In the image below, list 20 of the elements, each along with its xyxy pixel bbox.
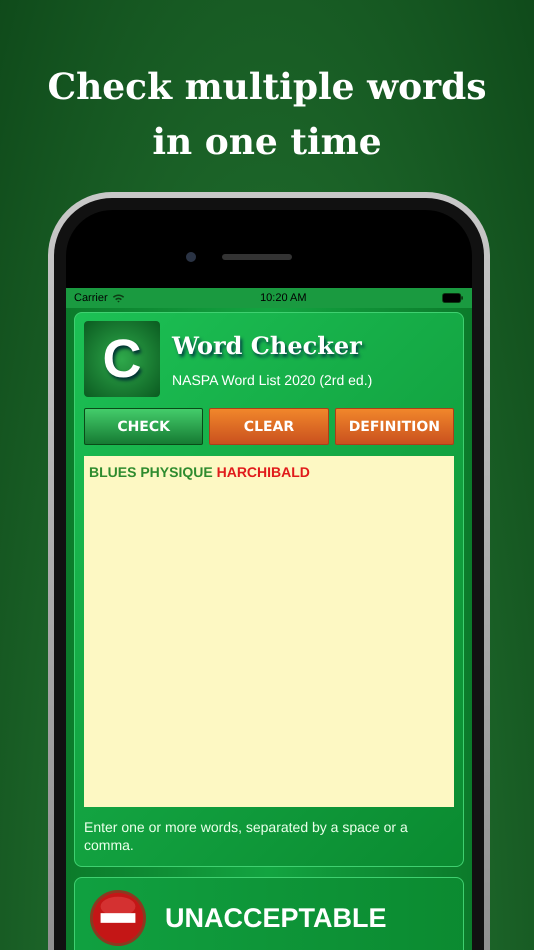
carrier-label: Carrier <box>74 292 108 304</box>
no-entry-icon <box>89 889 147 947</box>
word-list-label: NASPA Word List 2020 (2rd ed.) <box>172 372 372 388</box>
app-title: Word Checker <box>172 331 363 360</box>
check-button[interactable]: CHECK <box>84 408 204 445</box>
clear-button[interactable]: CLEAR <box>209 408 329 445</box>
battery-icon <box>442 293 464 303</box>
result-label: UNACCEPTABLE <box>165 902 386 934</box>
headline: Check multiple words in one time <box>46 65 488 165</box>
words-input-field[interactable]: BLUES PHYSIQUE HARCHIBALD <box>84 456 454 807</box>
wifi-icon <box>112 293 125 303</box>
hint-text: Enter one or more words, separated by a space or a comma. <box>84 818 409 854</box>
app-logo: C <box>84 321 160 397</box>
word: PHYSIQUE <box>140 464 213 480</box>
status-time: 10:20 AM <box>260 292 307 304</box>
definition-button[interactable]: DEFINITION <box>334 408 454 445</box>
camera-icon <box>186 252 196 262</box>
speaker-icon <box>222 254 292 260</box>
word: BLUES <box>89 464 136 480</box>
word: HARCHIBALD <box>216 464 310 480</box>
